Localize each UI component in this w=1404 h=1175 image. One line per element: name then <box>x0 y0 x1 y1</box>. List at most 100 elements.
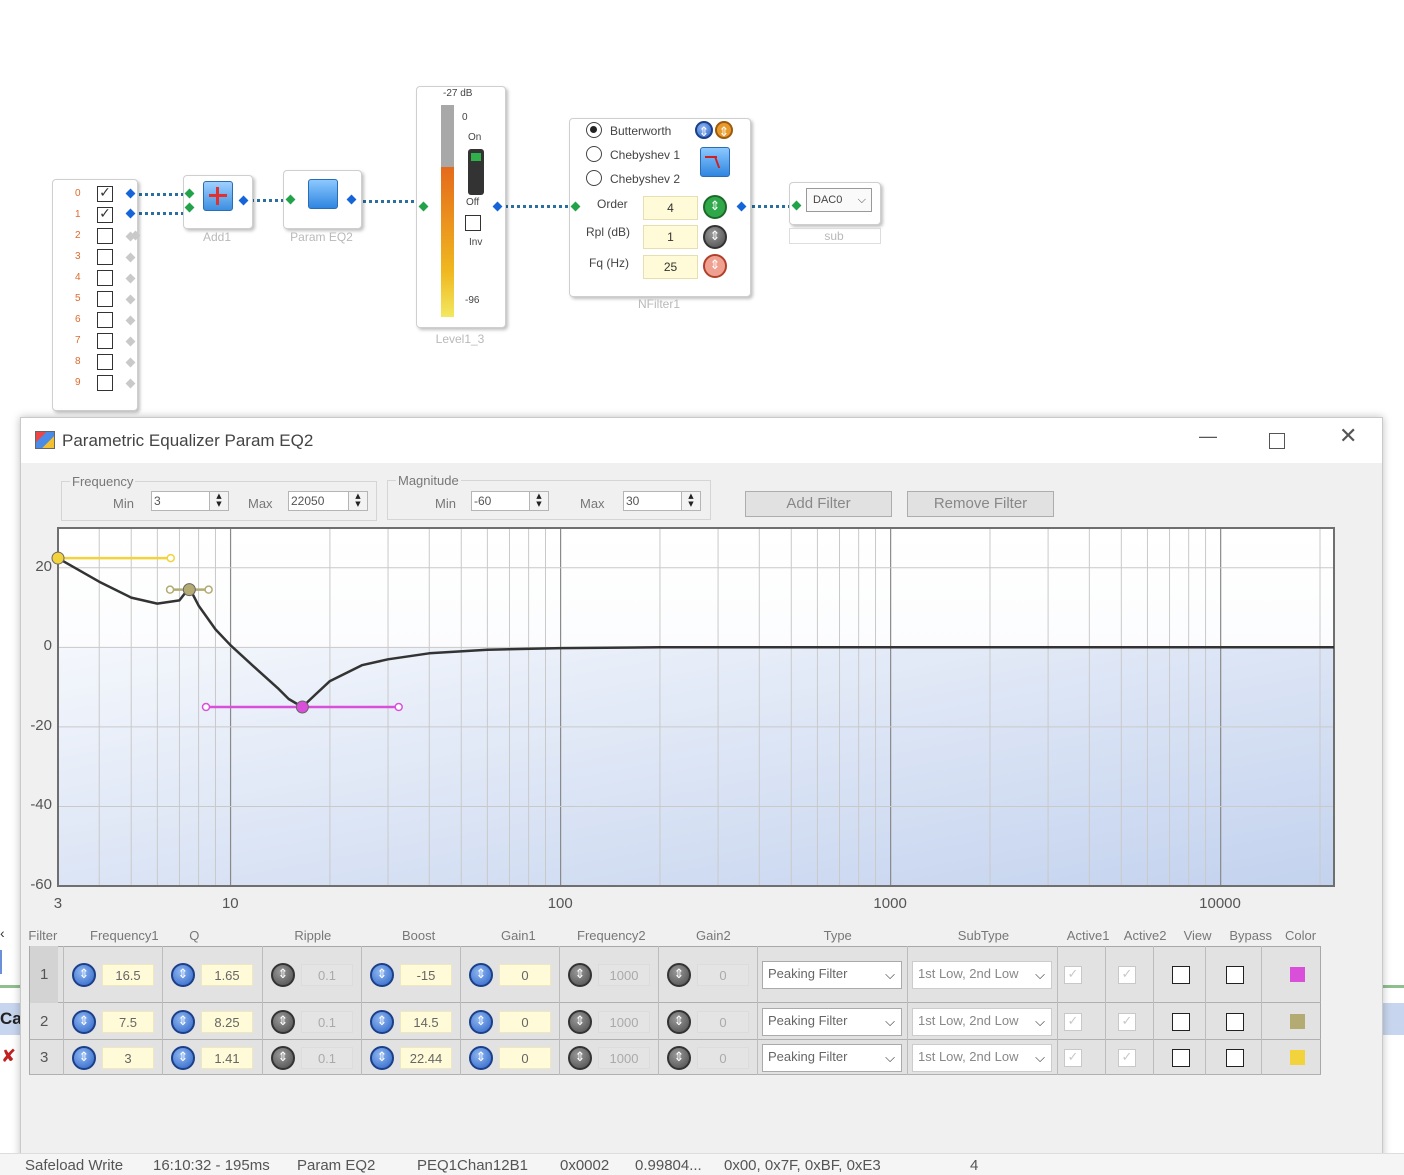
ripple-field[interactable]: 0.1 <box>301 963 353 986</box>
rpl-field[interactable]: 1 <box>643 225 698 249</box>
active1-checkbox[interactable]: ✓ <box>1064 965 1082 984</box>
fq-field[interactable]: 25 <box>643 255 698 279</box>
chebyshev1-radio[interactable] <box>586 146 602 162</box>
active1-checkbox[interactable]: ✓ <box>1064 1048 1082 1067</box>
channel-checkbox[interactable] <box>97 270 113 286</box>
view-checkbox[interactable] <box>1172 1048 1190 1067</box>
gain2-field[interactable]: 0 <box>697 1046 749 1069</box>
channel-checkbox[interactable]: ✓ <box>97 207 113 223</box>
frequency2-field[interactable]: 1000 <box>598 1010 650 1033</box>
gain2-field[interactable]: 0 <box>697 963 749 986</box>
active2-checkbox[interactable]: ✓ <box>1118 1012 1136 1031</box>
order-field[interactable]: 4 <box>643 196 698 220</box>
gain1-field[interactable]: 0 <box>499 1010 551 1033</box>
channel-checkbox[interactable] <box>97 312 113 328</box>
invert-checkbox[interactable] <box>465 215 481 231</box>
close-icon[interactable]: ✕ <box>1339 424 1357 449</box>
bypass-checkbox[interactable] <box>1226 1012 1244 1031</box>
frequency1-field[interactable]: 16.5 <box>102 963 154 986</box>
type-dropdown[interactable]: Peaking Filter ⌵ <box>762 1007 902 1036</box>
link-icon[interactable] <box>715 121 733 140</box>
mute-switch[interactable] <box>468 149 484 195</box>
channel-checkbox[interactable] <box>97 228 113 244</box>
filter-handle[interactable] <box>51 551 65 565</box>
ripple-field[interactable]: 0.1 <box>301 1046 353 1069</box>
freq-max-spinner[interactable]: 22050 ▲ ▼ <box>288 491 368 511</box>
value-knob-icon[interactable] <box>568 962 592 987</box>
adjust-knob[interactable] <box>703 225 727 249</box>
value-knob-icon[interactable] <box>568 1045 592 1070</box>
q-field[interactable]: 1.65 <box>201 963 253 986</box>
type-dropdown[interactable]: Peaking Filter ⌵ <box>762 960 902 989</box>
spinner-arrows-icon[interactable]: ▲ ▼ <box>209 492 228 510</box>
nfilter-block[interactable]: Butterworth Chebyshev 1 Chebyshev 2 Orde… <box>569 118 751 297</box>
value-knob-icon[interactable] <box>72 1009 96 1034</box>
filter-handle[interactable] <box>295 700 309 714</box>
gain1-field[interactable]: 0 <box>499 963 551 986</box>
frequency2-field[interactable]: 1000 <box>598 963 650 986</box>
frequency1-field[interactable]: 7.5 <box>102 1010 154 1033</box>
dac-block[interactable]: DAC0 ⌵ <box>789 182 881 225</box>
value-knob-icon[interactable] <box>469 1009 493 1034</box>
chebyshev2-radio[interactable] <box>586 170 602 186</box>
channel-checkbox[interactable] <box>97 291 113 307</box>
maximize-icon[interactable] <box>1269 433 1285 449</box>
value-knob-icon[interactable] <box>271 1045 295 1070</box>
color-swatch[interactable] <box>1290 966 1305 982</box>
adjust-knob[interactable] <box>703 254 727 278</box>
add-filter-button[interactable]: Add Filter <box>745 491 892 517</box>
value-knob-icon[interactable] <box>667 1009 691 1034</box>
value-knob-icon[interactable] <box>667 962 691 987</box>
color-swatch[interactable] <box>1290 1013 1305 1029</box>
type-dropdown[interactable]: Peaking Filter ⌵ <box>762 1043 902 1072</box>
value-knob-icon[interactable] <box>271 962 295 987</box>
channel-checkbox[interactable]: ✓ <box>97 186 113 202</box>
subtype-dropdown[interactable]: 1st Low, 2nd Low ⌵ <box>912 1007 1052 1036</box>
value-knob-icon[interactable] <box>469 962 493 987</box>
color-swatch[interactable] <box>1290 1049 1305 1065</box>
eq-response-chart[interactable] <box>28 522 1342 918</box>
filter-handle[interactable] <box>182 583 196 597</box>
remove-filter-button[interactable]: Remove Filter <box>907 491 1054 517</box>
value-knob-icon[interactable] <box>72 1045 96 1070</box>
dac-select[interactable]: DAC0 ⌵ <box>806 188 872 212</box>
collapse-arrow-icon[interactable]: ‹ <box>0 925 18 947</box>
spinner-arrows-icon[interactable]: ▲ ▼ <box>529 492 548 510</box>
power-icon[interactable] <box>695 121 713 140</box>
view-checkbox[interactable] <box>1172 965 1190 984</box>
mag-max-spinner[interactable]: 30 ▲ ▼ <box>623 491 701 511</box>
subtype-dropdown[interactable]: 1st Low, 2nd Low ⌵ <box>912 960 1052 989</box>
value-knob-icon[interactable] <box>271 1009 295 1034</box>
spinner-arrows-icon[interactable]: ▲ ▼ <box>348 492 367 510</box>
adjust-knob[interactable] <box>703 195 727 219</box>
value-knob-icon[interactable] <box>667 1045 691 1070</box>
view-checkbox[interactable] <box>1172 1012 1190 1031</box>
bypass-checkbox[interactable] <box>1226 1048 1244 1067</box>
channel-checkbox[interactable] <box>97 249 113 265</box>
bypass-checkbox[interactable] <box>1226 965 1244 984</box>
spinner-arrows-icon[interactable]: ▲ ▼ <box>681 492 700 510</box>
value-knob-icon[interactable] <box>171 1045 195 1070</box>
subtype-dropdown[interactable]: 1st Low, 2nd Low ⌵ <box>912 1043 1052 1072</box>
active2-checkbox[interactable]: ✓ <box>1118 965 1136 984</box>
value-knob-icon[interactable] <box>72 962 96 987</box>
q-field[interactable]: 8.25 <box>201 1010 253 1033</box>
boost-field[interactable]: -15 <box>400 963 452 986</box>
value-knob-icon[interactable] <box>171 1009 195 1034</box>
minimize-icon[interactable]: — <box>1199 426 1217 447</box>
channel-checkbox[interactable] <box>97 354 113 370</box>
boost-field[interactable]: 22.44 <box>400 1046 452 1069</box>
frequency2-field[interactable]: 1000 <box>598 1046 650 1069</box>
lowpass-icon[interactable] <box>700 147 730 177</box>
gain1-field[interactable]: 0 <box>499 1046 551 1069</box>
butterworth-radio[interactable] <box>586 122 602 138</box>
value-knob-icon[interactable] <box>469 1045 493 1070</box>
mag-min-spinner[interactable]: -60 ▲ ▼ <box>471 491 549 511</box>
boost-field[interactable]: 14.5 <box>400 1010 452 1033</box>
ripple-field[interactable]: 0.1 <box>301 1010 353 1033</box>
channel-checkbox[interactable] <box>97 375 113 391</box>
q-field[interactable]: 1.41 <box>201 1046 253 1069</box>
gain2-field[interactable]: 0 <box>697 1010 749 1033</box>
background-tab[interactable]: Ca <box>0 1003 22 1035</box>
active1-checkbox[interactable]: ✓ <box>1064 1012 1082 1031</box>
